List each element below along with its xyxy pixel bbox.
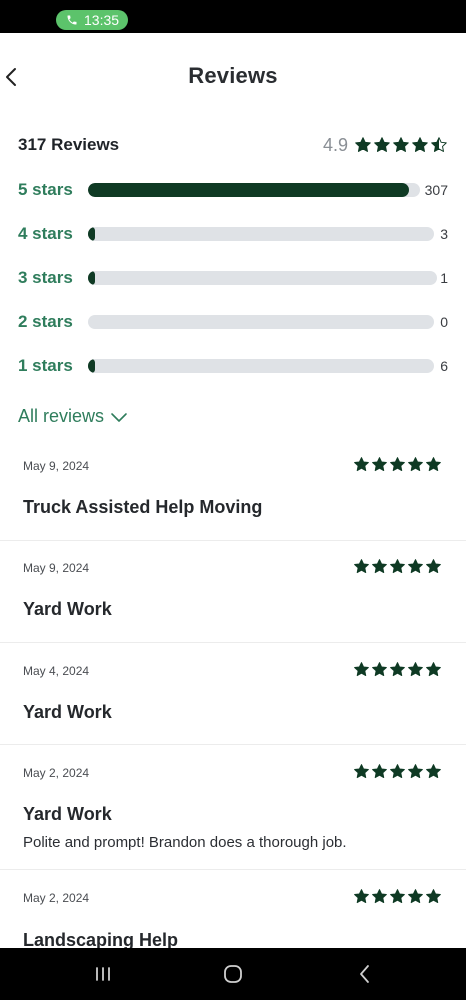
phone-icon <box>67 15 77 25</box>
review-star-rating <box>353 456 442 473</box>
distribution-row-5[interactable]: 5 stars 307 <box>18 176 448 204</box>
recent-apps-button[interactable] <box>89 960 117 988</box>
distribution-row-1[interactable]: 1 stars 6 <box>18 352 448 380</box>
star-icon <box>390 559 405 574</box>
star-icon <box>408 662 423 677</box>
star-icon <box>408 457 423 472</box>
distribution-label: 5 stars <box>18 180 73 199</box>
star-icon <box>372 764 387 779</box>
star-icon <box>408 559 423 574</box>
rating-summary: 317 Reviews 4.9 <box>18 132 448 158</box>
star-icon <box>390 662 405 677</box>
star-icon <box>372 559 387 574</box>
status-time: 13:35 <box>84 12 120 28</box>
review-star-rating <box>353 661 442 678</box>
review-star-rating <box>353 558 442 575</box>
star-icon <box>426 764 441 779</box>
distribution-bar-fill <box>88 359 95 373</box>
review-date: May 9, 2024 <box>23 459 90 473</box>
star-icon <box>408 764 423 779</box>
star-icon <box>412 137 428 152</box>
review-title: Truck Assisted Help Moving <box>23 497 263 517</box>
star-icon <box>426 662 441 677</box>
distribution-count: 3 <box>440 226 448 242</box>
distribution-bar-fill <box>88 183 410 197</box>
distribution-count: 6 <box>440 358 448 374</box>
review-title: Yard Work <box>23 804 112 824</box>
review-card[interactable]: May 9, 2024 Yard Work <box>0 541 466 643</box>
distribution-bar <box>88 227 434 241</box>
review-star-rating <box>353 763 442 780</box>
review-text: Polite and prompt! Brandon does a thorou… <box>23 834 347 851</box>
distribution-label: 1 stars <box>18 356 73 375</box>
star-icon <box>426 889 441 904</box>
star-icon <box>354 559 369 574</box>
star-icon <box>426 559 441 574</box>
ongoing-call-indicator[interactable]: 13:35 <box>56 10 128 30</box>
system-back-button[interactable] <box>350 960 378 988</box>
system-navigation-bar <box>0 948 466 1000</box>
page-title: Reviews <box>188 63 278 88</box>
review-count: 317 Reviews <box>18 135 120 154</box>
distribution-bar <box>88 271 437 285</box>
distribution-label: 2 stars <box>18 312 73 331</box>
review-title: Yard Work <box>23 702 112 722</box>
star-icon <box>390 764 405 779</box>
home-icon <box>224 965 242 983</box>
distribution-bar <box>88 183 420 197</box>
distribution-bar <box>88 359 434 373</box>
distribution-count: 0 <box>440 314 448 330</box>
star-icon <box>372 889 387 904</box>
recent-apps-icon <box>96 967 110 981</box>
review-card[interactable]: May 2, 2024 Landscaping Help <box>0 870 466 948</box>
review-date: May 2, 2024 <box>23 891 90 905</box>
all-reviews-filter[interactable]: All reviews <box>18 406 128 427</box>
star-icon <box>354 764 369 779</box>
average-star-rating <box>354 136 448 154</box>
review-title: Landscaping Help <box>23 930 179 948</box>
review-date: May 4, 2024 <box>23 664 90 678</box>
average-rating: 4.9 <box>322 134 348 155</box>
chevron-down-icon <box>111 412 127 422</box>
all-reviews-label: All reviews <box>18 406 105 426</box>
review-card[interactable]: May 9, 2024 Truck Assisted Help Moving <box>0 440 466 541</box>
distribution-bar <box>88 315 434 329</box>
distribution-label: 4 stars <box>18 224 73 243</box>
star-icon <box>354 889 369 904</box>
distribution-count: 307 <box>424 182 448 198</box>
distribution-row-4[interactable]: 4 stars 3 <box>18 220 448 248</box>
review-card[interactable]: May 4, 2024 Yard Work <box>0 643 466 745</box>
distribution-count: 1 <box>440 270 448 286</box>
star-icon <box>390 457 405 472</box>
review-star-rating <box>353 888 442 905</box>
distribution-bar-fill <box>88 227 95 241</box>
status-bar: 13:35 <box>0 0 466 33</box>
back-icon <box>360 965 369 983</box>
star-icon <box>354 457 369 472</box>
review-title: Yard Work <box>23 599 112 619</box>
star-icon <box>390 889 405 904</box>
star-icon <box>408 889 423 904</box>
star-icon <box>393 137 409 152</box>
distribution-row-2[interactable]: 2 stars 0 <box>18 308 448 336</box>
distribution-bar-fill <box>88 271 95 285</box>
star-icon <box>355 137 371 152</box>
review-date: May 9, 2024 <box>23 561 90 575</box>
review-card[interactable]: May 2, 2024 Yard Work Polite and prompt!… <box>0 745 466 870</box>
header: Reviews <box>0 33 466 121</box>
star-icon <box>354 662 369 677</box>
review-date: May 2, 2024 <box>23 766 90 780</box>
star-icon <box>426 457 441 472</box>
distribution-row-3[interactable]: 3 stars 1 <box>18 264 448 292</box>
star-icon <box>431 137 447 152</box>
star-icon <box>374 137 390 152</box>
home-button[interactable] <box>219 960 247 988</box>
reviews-list[interactable]: May 9, 2024 Truck Assisted Help Moving M… <box>0 440 466 948</box>
distribution-label: 3 stars <box>18 268 73 287</box>
star-icon <box>372 457 387 472</box>
star-icon <box>372 662 387 677</box>
